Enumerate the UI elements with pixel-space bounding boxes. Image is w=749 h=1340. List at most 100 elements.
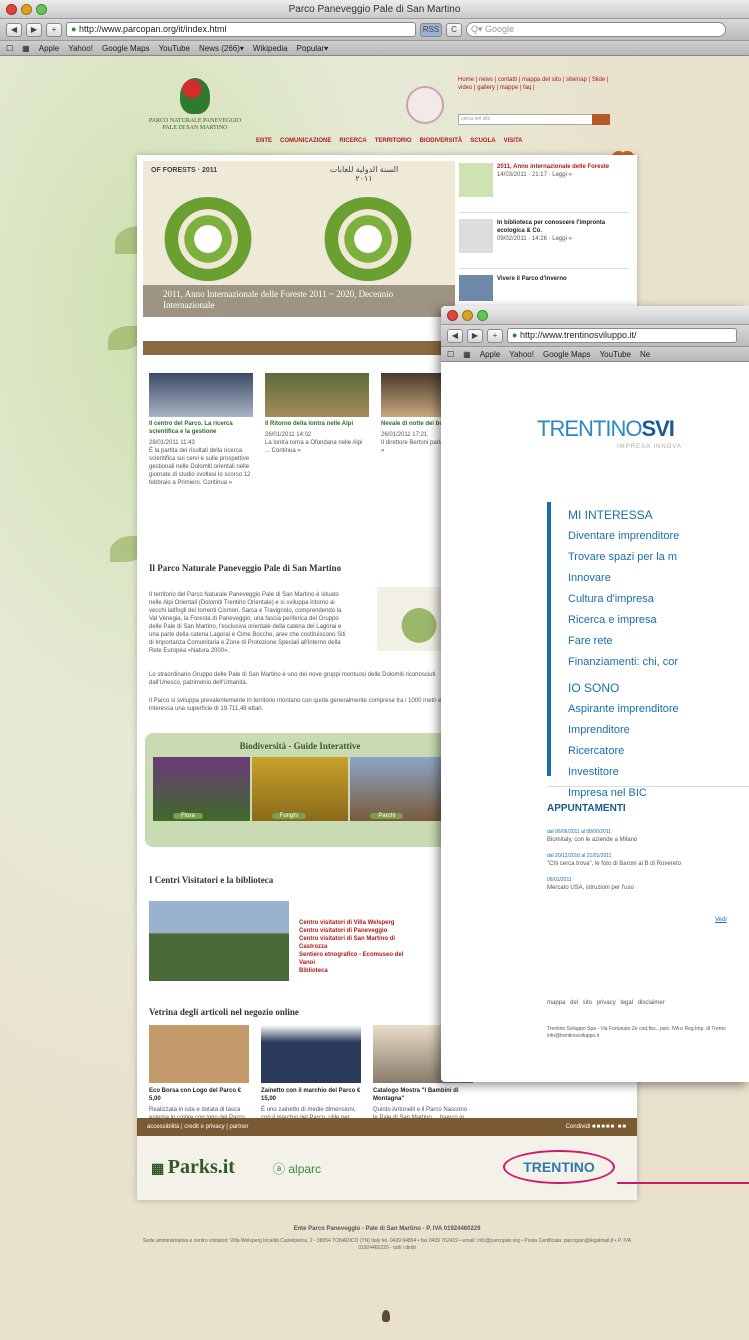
close-button[interactable] [6, 4, 17, 15]
site-logo[interactable]: PARCO NATURALE PANEVEGGIO PALE DI SAN MA… [145, 78, 245, 150]
news-title[interactable]: 2011, Anno internazionale delle Foreste [497, 163, 609, 171]
ts-logo[interactable]: TRENTINOSVI [537, 416, 675, 442]
minimize-button[interactable] [462, 310, 473, 321]
add-bookmark-button[interactable]: + [46, 22, 62, 37]
centro-link[interactable]: Centro visitatori di Paneveggio [299, 927, 409, 935]
back-arrow-icon[interactable]: ◀ [447, 328, 463, 343]
zoom-button[interactable] [477, 310, 488, 321]
bio-guide-funghi[interactable]: Funghi [251, 757, 349, 821]
bio-title: Biodiversità - Guide Interattive [239, 741, 361, 751]
nav-biodiversita[interactable]: BIODIVERSITÀ [420, 138, 463, 144]
news-thumbnail [459, 219, 493, 253]
event-link[interactable]: Biomitaly, con le aziende a Milano [547, 836, 749, 844]
close-button[interactable] [447, 310, 458, 321]
forests-banner[interactable]: OF FORESTS · 2011 السنة الدولية للغابات … [143, 161, 455, 317]
site-search-button[interactable] [592, 114, 610, 125]
article-card[interactable]: Il Ritorno della lontra nelle Alpi 26/01… [265, 373, 369, 487]
event-link[interactable]: Mercato USA, istruzioni per l'uso [547, 884, 749, 892]
back-titlebar: Parco Paneveggio Pale di San Martino [0, 0, 749, 19]
search-input[interactable]: Q▾ Google [466, 22, 726, 37]
callout-line [617, 1182, 749, 1184]
centro-link[interactable]: Biblioteca [299, 967, 409, 975]
news-item[interactable]: 2011, Anno internazionale delle Foreste 1… [459, 163, 629, 213]
back-arrow-icon[interactable]: ◀ [6, 22, 22, 37]
nav-scuola[interactable]: SCUOLA [470, 138, 495, 144]
forward-arrow-icon[interactable]: ▶ [26, 22, 42, 37]
nav-comunicazione[interactable]: COMUNICAZIONE [280, 138, 331, 144]
bookmark-google-maps[interactable]: Google Maps [543, 350, 591, 359]
reading-list-icon[interactable]: ☐ [6, 44, 13, 53]
event-link[interactable]: "Chi cerca trova", le foto di Baroni al … [547, 860, 749, 868]
bookmark-youtube[interactable]: YouTube [600, 350, 631, 359]
bookmark-news[interactable]: News (266)▾ [199, 44, 244, 53]
bookmark-youtube[interactable]: YouTube [159, 44, 190, 53]
bio-guide-parchi[interactable]: Parchi [350, 757, 448, 821]
site-footer-bar: accessibilità | credit e privacy | partn… [137, 1118, 637, 1136]
zoom-button[interactable] [36, 4, 47, 15]
menu-link[interactable]: Investitore [568, 762, 749, 783]
forward-arrow-icon[interactable]: ▶ [467, 328, 483, 343]
menu-link[interactable]: Cultura d'impresa [568, 589, 749, 610]
news-thumbnail [459, 163, 493, 197]
footer-share[interactable]: Condividi ■■■■■ ■■ [566, 1124, 627, 1130]
menu-link[interactable]: Innovare [568, 568, 749, 589]
shop-image [149, 1025, 249, 1083]
minimize-button[interactable] [21, 4, 32, 15]
bookmark-news[interactable]: Ne [640, 350, 650, 359]
bookmark-yahoo[interactable]: Yahoo! [68, 44, 93, 53]
menu-link[interactable]: Fare rete [568, 631, 749, 652]
menu-link[interactable]: Imprenditore [568, 720, 749, 741]
address-bar[interactable]: ● http://www.trentinosviluppo.it/ [507, 328, 737, 343]
ts-footer-address: Trentino Sviluppo Spa - Via Fortunato Ze… [547, 1026, 726, 1039]
menu-link[interactable]: Diventare imprenditore [568, 526, 749, 547]
park-map-image [377, 587, 447, 651]
bookmark-apple[interactable]: Apple [39, 44, 59, 53]
alparc-logo[interactable]: ⓐ alparc [273, 1160, 321, 1177]
event-date: dal 20/12/2010 al 21/01/2011 [547, 853, 612, 859]
menu-link[interactable]: Ricercatore [568, 741, 749, 762]
logo-text: PARCO NATURALE PANEVEGGIO PALE DI SAN MA… [148, 118, 242, 131]
nav-territorio[interactable]: TERRITORIO [375, 138, 412, 144]
vedi-link[interactable]: Vedi [715, 917, 727, 923]
bio-guide-flora[interactable]: Flora [153, 757, 250, 821]
article-card[interactable]: Il centro del Parco. La ricerca scientif… [149, 373, 253, 487]
centro-link[interactable]: Centro visitatori di San Martino di Cast… [299, 935, 409, 951]
bookmarks-bar: ☐ ▦ Apple Yahoo! Google Maps YouTube New… [0, 41, 749, 56]
address-bar[interactable]: ● http://www.parcopan.org/it/index.html [66, 22, 416, 37]
menu-link[interactable]: Trovare spazi per la m [568, 547, 749, 568]
menu-link[interactable]: Aspirante imprenditore [568, 699, 749, 720]
nav-visita[interactable]: VISITA [504, 138, 523, 144]
ts-footer-links[interactable]: mappa del sito privacy legal disclaimer [547, 1000, 665, 1006]
news-item[interactable]: Vivere il Parco d'inverno [459, 275, 629, 305]
centro-link[interactable]: Sentiero etnografico - Ecomuseo del Vano… [299, 951, 409, 967]
news-title[interactable]: In biblioteca per conoscere l'impronta e… [497, 219, 629, 235]
bookmark-google-maps[interactable]: Google Maps [102, 44, 150, 53]
footer-links[interactable]: accessibilità | credit e privacy | partn… [147, 1124, 249, 1130]
add-bookmark-button[interactable]: + [487, 328, 503, 343]
parks-logo[interactable]: ▦ Parks.it [151, 1156, 235, 1179]
bookmark-yahoo[interactable]: Yahoo! [509, 350, 534, 359]
about-text-2: Lo straordinario Gruppo delle Pale di Sa… [149, 672, 436, 686]
menu-link[interactable]: Ricerca e impresa [568, 610, 749, 631]
site-search-input[interactable]: cerca nel sito [458, 114, 608, 125]
bookmarks-grid-icon[interactable]: ▦ [22, 44, 30, 53]
reading-list-icon[interactable]: ☐ [447, 350, 454, 359]
bottom-address: Sede amministrativa e centro visitatori:… [142, 1238, 632, 1251]
article-caption[interactable]: Il Ritorno della lontra nelle Alpi [265, 420, 369, 428]
reload-button[interactable]: C [446, 22, 462, 37]
ts-menu: MI INTERESSA Diventare imprenditore Trov… [547, 502, 749, 799]
bookmark-wikipedia[interactable]: Wikipedia [253, 44, 288, 53]
trentino-logo[interactable]: TRENTINO [503, 1150, 615, 1184]
bookmark-popular[interactable]: Popular▾ [297, 44, 329, 53]
centro-link[interactable]: Centro visitatori di Villa Welsperg [299, 919, 409, 927]
nav-ente[interactable]: ENTE [256, 138, 272, 144]
top-links[interactable]: Home | news | contatti | mappa del sito … [458, 76, 618, 92]
article-caption[interactable]: Il centro del Parco. La ricerca scientif… [149, 420, 253, 436]
bookmarks-grid-icon[interactable]: ▦ [463, 350, 471, 359]
bookmark-apple[interactable]: Apple [480, 350, 500, 359]
news-title[interactable]: Vivere il Parco d'inverno [497, 275, 567, 305]
rss-icon[interactable]: RSS [420, 22, 442, 37]
menu-link[interactable]: Finanziamenti: chi, cor [568, 652, 749, 673]
nav-ricerca[interactable]: RICERCA [339, 138, 366, 144]
news-item[interactable]: In biblioteca per conoscere l'impronta e… [459, 219, 629, 269]
